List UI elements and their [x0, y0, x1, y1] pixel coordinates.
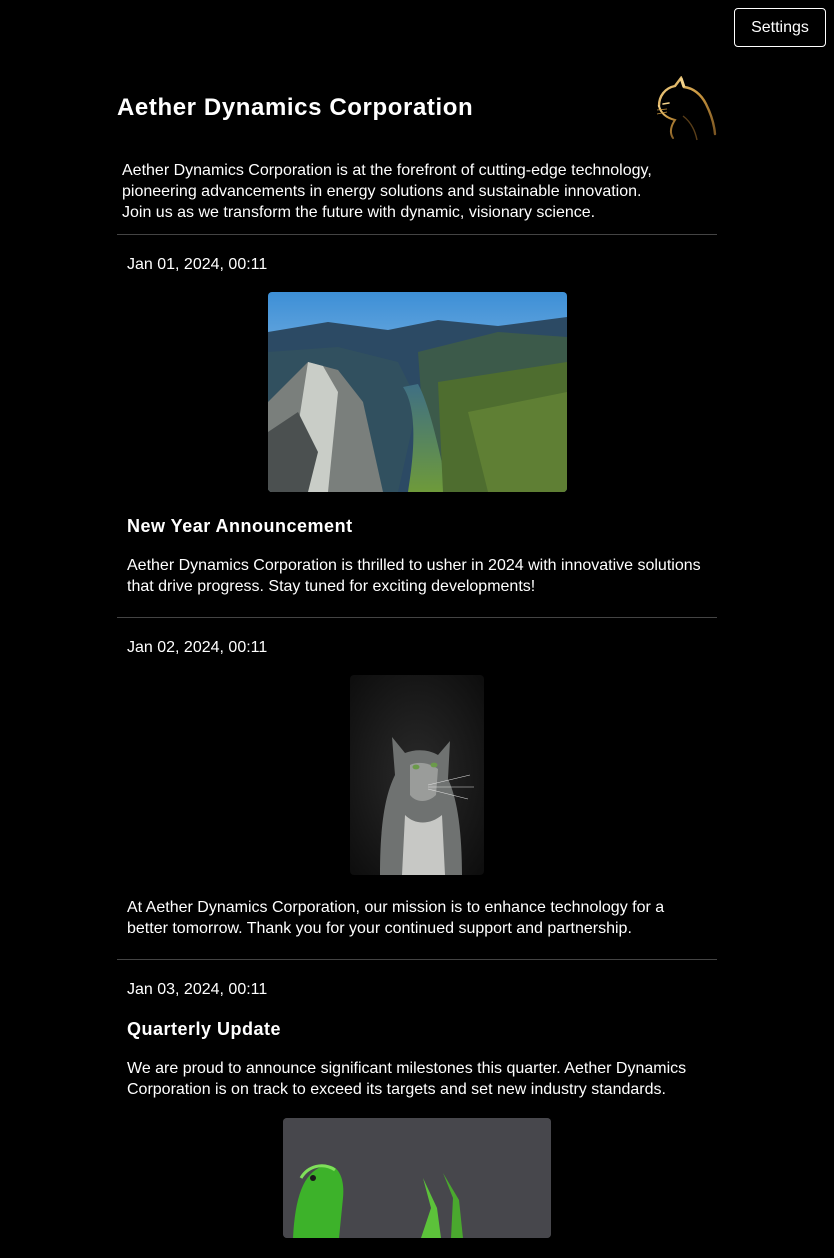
post-title: New Year Announcement	[127, 516, 353, 536]
post-date: Jan 01, 2024, 00:11	[127, 256, 268, 273]
cat-logo-icon	[656, 76, 717, 141]
gray-cat-photo	[350, 675, 484, 875]
post-date: Jan 02, 2024, 00:11	[127, 639, 268, 656]
site-title: Aether Dynamics Corporation	[117, 94, 474, 121]
post-item: Jan 03, 2024, 00:11 Quarterly Update We …	[117, 960, 717, 1258]
site-header: Aether Dynamics Corporation	[117, 70, 717, 148]
main-content: Aether Dynamics Corporation Aether Dynam…	[117, 70, 717, 1258]
post-body: We are proud to announce significant mil…	[127, 1060, 687, 1098]
post-item: Jan 02, 2024, 00:11 At Aether Dynamics C…	[117, 618, 717, 960]
mountain-fjord-photo	[267, 292, 567, 492]
settings-button[interactable]: Settings	[734, 8, 826, 47]
post-item: Jan 01, 2024, 00:11 New Year Announcemen…	[117, 235, 717, 618]
intro-text: Aether Dynamics Corporation is at the fo…	[117, 148, 717, 235]
green-gecko-photo	[283, 1118, 551, 1238]
post-date: Jan 03, 2024, 00:11	[127, 981, 268, 998]
post-body: Aether Dynamics Corporation is thrilled …	[127, 557, 701, 595]
post-title: Quarterly Update	[127, 1019, 282, 1039]
post-body: At Aether Dynamics Corporation, our miss…	[127, 899, 665, 937]
